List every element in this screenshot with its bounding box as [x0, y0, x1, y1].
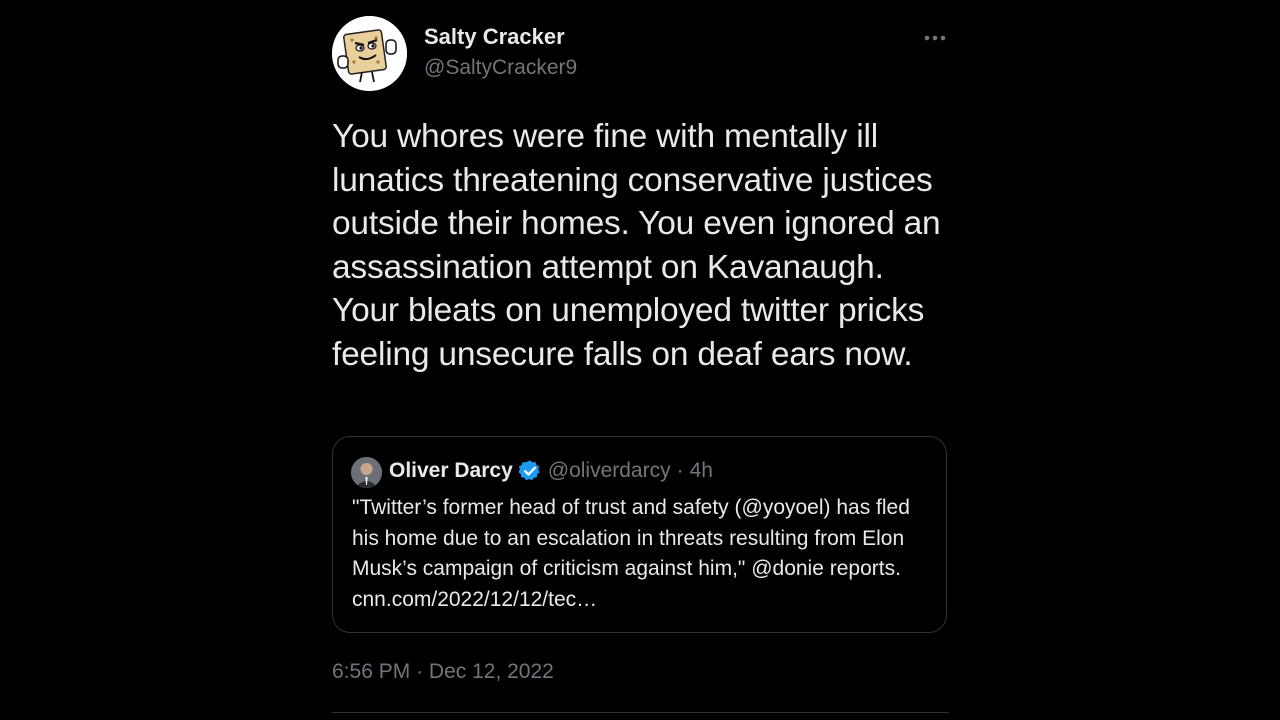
author-avatar[interactable] [332, 16, 407, 91]
timestamp-separator: · [416, 660, 424, 683]
more-options-button[interactable] [920, 26, 950, 50]
quoted-author-name[interactable]: Oliver Darcy [389, 459, 513, 483]
cracker-mascot-avatar-image [332, 16, 407, 91]
divider [332, 712, 949, 713]
tweet: Salty Cracker @SaltyCracker9 You whores … [332, 0, 949, 720]
tweet-text: You whores were fine with mentally ill l… [332, 118, 941, 373]
tweet-time[interactable]: 6:56 PM [332, 660, 410, 683]
more-horizontal-icon [924, 35, 946, 41]
quoted-author-avatar[interactable] [351, 457, 382, 488]
quoted-tweet-text: "Twitter’s former head of trust and safe… [352, 496, 910, 611]
quoted-author-handle[interactable]: @oliverdarcy [548, 459, 671, 483]
quoted-tweet-header: Oliver Darcy @oliverdarcy · 4h [389, 459, 713, 483]
tweet-timestamp[interactable]: 6:56 PM · Dec 12, 2022 [332, 660, 554, 684]
separator-dot: · [676, 459, 684, 482]
tweet-date[interactable]: Dec 12, 2022 [429, 660, 554, 683]
author-name[interactable]: Salty Cracker [424, 24, 565, 50]
quoted-tweet-age[interactable]: 4h [690, 459, 713, 483]
quoted-tweet-card[interactable]: Oliver Darcy @oliverdarcy · 4h "Twitter’… [332, 436, 947, 633]
person-photo-icon [351, 457, 382, 488]
verified-badge-icon [518, 460, 540, 481]
author-handle[interactable]: @SaltyCracker9 [424, 56, 577, 80]
